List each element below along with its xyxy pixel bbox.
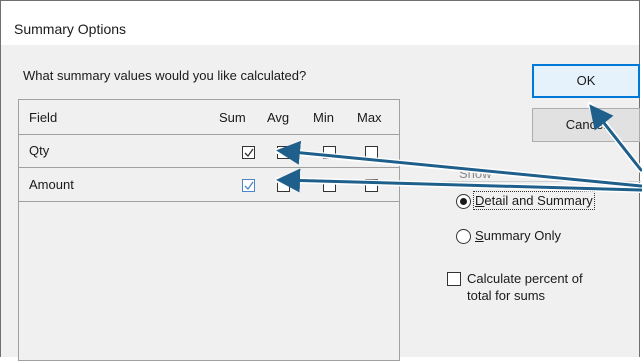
detail-and-summary-label[interactable]: Detail and Summary	[473, 191, 595, 210]
amount-sum-checkbox[interactable]	[242, 179, 255, 192]
dialog-title: Summary Options	[14, 21, 127, 37]
checkmark-icon	[244, 181, 254, 191]
summary-only-radio[interactable]	[456, 229, 471, 244]
calculate-percent-label-line1: Calculate percent of	[467, 271, 583, 286]
qty-sum-checkbox[interactable]	[242, 146, 255, 159]
max-header: Max	[357, 110, 382, 125]
row-divider	[19, 201, 399, 202]
ok-button[interactable]: OK	[532, 64, 640, 98]
field-header: Field	[29, 110, 58, 125]
row-divider	[19, 167, 399, 168]
summary-only-label[interactable]: Summary Only	[475, 228, 561, 243]
amount-avg-checkbox[interactable]	[277, 179, 290, 192]
header-divider	[19, 134, 399, 135]
qty-avg-checkbox[interactable]	[277, 146, 290, 159]
avg-header: Avg	[267, 110, 290, 125]
sum-header: Sum	[219, 110, 246, 125]
field-name-qty: Qty	[29, 143, 50, 158]
qty-max-checkbox[interactable]	[365, 146, 378, 159]
show-group-border	[441, 181, 641, 182]
detail-and-summary-radio[interactable]	[456, 194, 471, 209]
amount-max-checkbox[interactable]	[365, 179, 378, 192]
show-group-label: Show	[457, 166, 494, 181]
summary-options-dialog: Summary Options What summary values woul…	[0, 0, 641, 361]
summary-question: What summary values would you like calcu…	[23, 68, 307, 83]
radio-selected-dot	[460, 198, 467, 205]
calculate-percent-checkbox[interactable]	[447, 272, 461, 286]
cancel-button[interactable]: Cancel	[532, 108, 640, 142]
min-header: Min	[313, 110, 334, 125]
summary-fields-grid: Field Sum Avg Min Max Qty Amount	[18, 99, 400, 361]
amount-min-checkbox[interactable]	[323, 179, 336, 192]
checkmark-icon	[244, 148, 254, 158]
calculate-percent-label-line2: total for sums	[467, 288, 546, 303]
title-bar: Summary Options	[1, 1, 639, 45]
qty-min-checkbox[interactable]	[323, 146, 336, 159]
field-name-amount: Amount	[29, 177, 74, 192]
